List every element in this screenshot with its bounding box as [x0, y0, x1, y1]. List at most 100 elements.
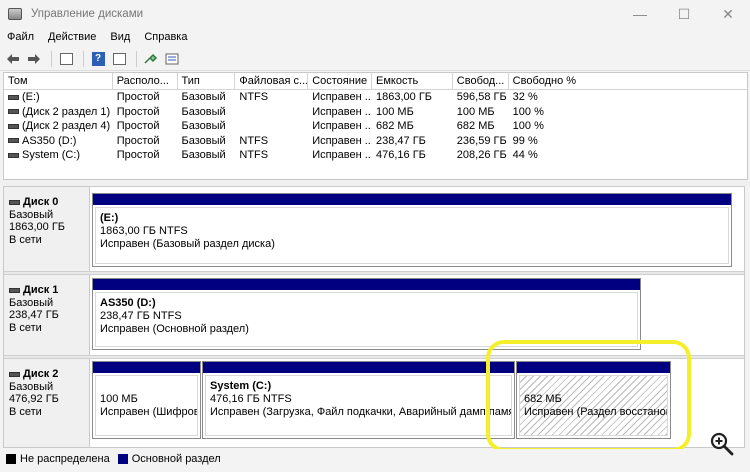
partition-status: Исправен (Базовый раздел диска): [100, 238, 275, 250]
table-row[interactable]: (Диск 2 раздел 1) Простой Базовый Исправен …: [4, 105, 747, 120]
disk-type: Базовый: [9, 296, 54, 309]
column-header[interactable]: Тип: [178, 73, 236, 89]
legend-swatch: [6, 454, 16, 464]
table-cell: Простой: [116, 120, 160, 133]
column-header[interactable]: Файловая с...: [235, 73, 309, 89]
partition-body: (E:) 1863,00 ГБ NTFS Исправен (Базовый р…: [95, 207, 729, 264]
table-row[interactable]: System (C:) Простой Базовый NTFS Исправен ..…: [4, 148, 747, 163]
minimize-button[interactable]: —: [618, 0, 662, 28]
help-icon[interactable]: ?: [89, 51, 107, 67]
table-cell: 236,59 ГБ: [456, 134, 507, 147]
window-controls: — ☐ ✕: [618, 0, 750, 28]
list-view-icon[interactable]: [163, 51, 181, 67]
highlight-annotation: [486, 340, 691, 452]
column-header[interactable]: Располо...: [113, 73, 178, 89]
table-cell: AS350 (D:): [4, 135, 113, 147]
table-cell: Базовый: [181, 105, 226, 118]
column-header[interactable]: Том: [4, 73, 113, 89]
table-header: Том Располо... Тип Файловая с... Состоян…: [4, 73, 747, 90]
table-cell: (Диск 2 раздел 4): [4, 120, 113, 132]
table-cell: (E:): [4, 91, 113, 103]
legend-label: Основной раздел: [131, 453, 221, 465]
table-cell: 596,58 ГБ: [456, 91, 507, 104]
table-cell: 682 МБ: [376, 120, 414, 133]
disk-type: Базовый: [9, 208, 54, 221]
table-cell: 32 %: [512, 91, 538, 104]
connect-icon[interactable]: [142, 51, 160, 67]
forward-icon[interactable]: [25, 51, 43, 67]
legend-swatch: [117, 454, 128, 464]
disk-size: 238,47 ГБ: [9, 309, 59, 321]
toolbar-divider: [83, 50, 84, 67]
disk-management-icon: [8, 8, 22, 20]
table-cell: Базовый: [181, 91, 226, 104]
zoom-in-icon[interactable]: [708, 430, 736, 458]
partition-status: Исправен (Загрузка, Файл подкачки, Авари…: [210, 406, 512, 418]
disk-name: Диск 1: [9, 284, 84, 297]
table-cell: 476,16 ГБ: [376, 149, 426, 162]
menu-view[interactable]: Вид: [103, 31, 137, 43]
table-cell: 100 МБ: [376, 105, 414, 118]
disk-status: В сети: [9, 233, 42, 246]
legend-item-primary: Основной раздел: [117, 453, 221, 465]
table-cell: Простой: [116, 134, 160, 147]
partition-name: (E:): [100, 212, 119, 224]
disk-name: Диск 0: [9, 196, 84, 209]
table-row[interactable]: (Диск 2 раздел 4) Простой Базовый Исправен …: [4, 119, 747, 134]
disk-icon: [9, 287, 20, 293]
partition-header: [203, 362, 514, 373]
disk-info[interactable]: Диск 0 Базовый 1863,00 ГБ В сети: [4, 187, 90, 271]
partition[interactable]: 100 МБ Исправен (Шифрова: [92, 361, 201, 439]
table-cell: 99 %: [512, 134, 538, 147]
table-cell: Исправен ...: [312, 149, 373, 162]
table-cell: NTFS: [239, 91, 269, 104]
table-cell: Базовый: [181, 134, 226, 147]
close-button[interactable]: ✕: [706, 0, 750, 28]
disk-size: 1863,00 ГБ: [9, 221, 65, 233]
menu-file[interactable]: Файл: [0, 31, 41, 43]
table-row[interactable]: (E:) Простой Базовый NTFS Исправен ... 1863,0…: [4, 90, 747, 105]
properties-icon[interactable]: [57, 51, 75, 67]
menu-help[interactable]: Справка: [137, 31, 194, 43]
table-cell: 100 МБ: [456, 105, 495, 118]
table-cell: Исправен ...: [312, 91, 373, 104]
volume-icon: [8, 109, 19, 115]
partition-status: Исправен (Шифрова: [100, 406, 198, 418]
column-header[interactable]: Свободно %: [509, 73, 747, 89]
disk-info[interactable]: Диск 1 Базовый 238,47 ГБ В сети: [4, 275, 90, 355]
partition-name: System (C:): [210, 380, 272, 392]
table-cell: System (C:): [4, 149, 113, 161]
table-cell: 208,26 ГБ: [456, 149, 507, 162]
disk-status: В сети: [9, 405, 42, 418]
partition-info: 1863,00 ГБ NTFS: [100, 225, 188, 237]
table-cell: 238,47 ГБ: [376, 134, 426, 147]
partition[interactable]: System (C:) 476,16 ГБ NTFS Исправен (Заг…: [202, 361, 515, 439]
table-row[interactable]: AS350 (D:) Простой Базовый NTFS Исправен ...…: [4, 134, 747, 149]
column-header[interactable]: Состояние: [308, 73, 373, 89]
volume-icon: [8, 94, 19, 100]
disk-size: 476,92 ГБ: [9, 393, 59, 405]
table-cell: 100 %: [512, 120, 544, 133]
column-header[interactable]: Свобод...: [453, 73, 509, 89]
legend-item-unallocated: Не распределена: [6, 453, 110, 465]
back-icon[interactable]: [4, 51, 22, 67]
partition-body: System (C:) 476,16 ГБ NTFS Исправен (Заг…: [205, 375, 512, 436]
menu-bar: Файл Действие Вид Справка: [0, 28, 750, 46]
volume-icon: [8, 152, 19, 158]
disk-info[interactable]: Диск 2 Базовый 476,92 ГБ В сети: [4, 359, 90, 447]
toolbar-divider: [51, 50, 52, 67]
table-cell: 682 МБ: [456, 120, 495, 133]
maximize-button[interactable]: ☐: [662, 0, 706, 28]
menu-action[interactable]: Действие: [41, 31, 103, 43]
toolbar-divider: [136, 50, 137, 67]
table-cell: 100 %: [512, 105, 544, 118]
partition-body: AS350 (D:) 238,47 ГБ NTFS Исправен (Осно…: [95, 292, 638, 347]
column-header[interactable]: Емкость: [372, 73, 453, 89]
partition[interactable]: (E:) 1863,00 ГБ NTFS Исправен (Базовый р…: [92, 193, 732, 267]
partition-info: 238,47 ГБ NTFS: [100, 310, 182, 322]
disk-icon: [9, 371, 20, 377]
refresh-icon[interactable]: [110, 51, 128, 67]
table-cell: Базовый: [181, 149, 226, 162]
table-cell: Исправен ...: [312, 105, 373, 118]
table-cell: Простой: [116, 105, 160, 118]
